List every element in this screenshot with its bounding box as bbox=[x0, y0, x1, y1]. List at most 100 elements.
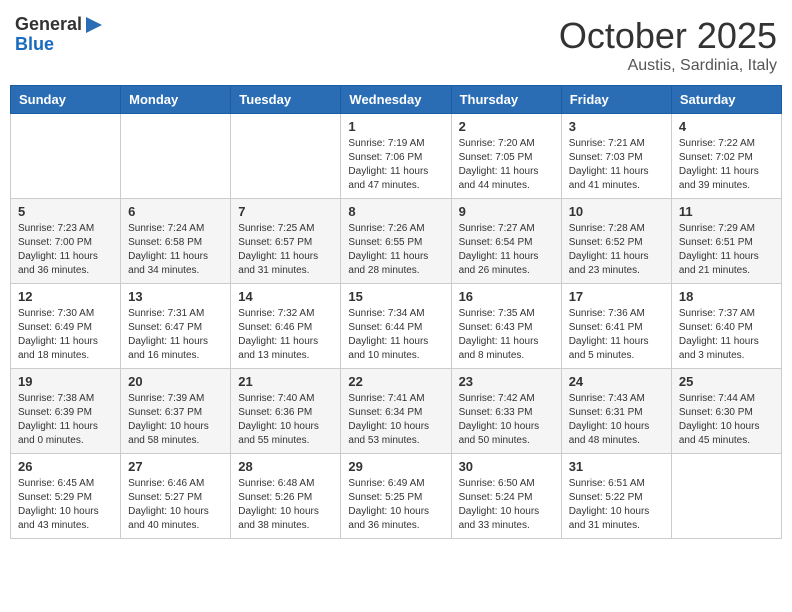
day-number: 12 bbox=[18, 289, 113, 304]
day-info: Sunrise: 7:34 AM Sunset: 6:44 PM Dayligh… bbox=[348, 307, 443, 363]
day-number: 16 bbox=[459, 289, 554, 304]
day-number: 25 bbox=[679, 374, 774, 389]
day-number: 7 bbox=[238, 204, 333, 219]
header-sunday: Sunday bbox=[11, 86, 121, 114]
calendar-cell-w3-d1: 20 Sunrise: 7:39 AM Sunset: 6:37 PM Dayli… bbox=[121, 369, 231, 454]
calendar-cell-w3-d3: 22Sunrise: 7:41 AM Sunset: 6:34 PM Dayli… bbox=[341, 369, 451, 454]
calendar-cell-w0-d0 bbox=[11, 114, 121, 199]
day-number: 10 bbox=[569, 204, 664, 219]
day-info: Sunrise: 7:42 AM Sunset: 6:33 PM Dayligh… bbox=[459, 392, 554, 448]
calendar-cell-w4-d5: 31 Sunrise: 6:51 AM Sunset: 5:22 PM Dayli… bbox=[561, 454, 671, 539]
header-wednesday: Wednesday bbox=[341, 86, 451, 114]
day-info: Sunrise: 7:32 AM Sunset: 6:46 PM Dayligh… bbox=[238, 307, 333, 363]
calendar-cell-w1-d4: 9 Sunrise: 7:27 AM Sunset: 6:54 PM Daylig… bbox=[451, 199, 561, 284]
day-number: 19 bbox=[18, 374, 113, 389]
day-number: 18 bbox=[679, 289, 774, 304]
calendar-cell-w2-d4: 16 Sunrise: 7:35 AM Sunset: 6:43 PM Dayli… bbox=[451, 284, 561, 369]
calendar-cell-w3-d0: 19 Sunrise: 7:38 AM Sunset: 6:39 PM Dayli… bbox=[11, 369, 121, 454]
calendar-cell-w0-d2 bbox=[231, 114, 341, 199]
day-number: 14 bbox=[238, 289, 333, 304]
day-number: 6 bbox=[128, 204, 223, 219]
day-number: 11 bbox=[679, 204, 774, 219]
calendar-cell-w2-d5: 17 Sunrise: 7:36 AM Sunset: 6:41 PM Dayli… bbox=[561, 284, 671, 369]
day-number: 17 bbox=[569, 289, 664, 304]
calendar-cell-w3-d4: 23 Sunrise: 7:42 AM Sunset: 6:33 PM Dayli… bbox=[451, 369, 561, 454]
day-number: 4 bbox=[679, 119, 774, 134]
day-number: 9 bbox=[459, 204, 554, 219]
calendar-cell-w4-d0: 26 Sunrise: 6:45 AM Sunset: 5:29 PM Dayli… bbox=[11, 454, 121, 539]
day-info: Sunrise: 6:46 AM Sunset: 5:27 PM Dayligh… bbox=[128, 477, 223, 533]
day-info: Sunrise: 6:45 AM Sunset: 5:29 PM Dayligh… bbox=[18, 477, 113, 533]
day-info: Sunrise: 7:23 AM Sunset: 7:00 PM Dayligh… bbox=[18, 222, 113, 278]
day-number: 20 bbox=[128, 374, 223, 389]
header-tuesday: Tuesday bbox=[231, 86, 341, 114]
calendar-cell-w1-d1: 6 Sunrise: 7:24 AM Sunset: 6:58 PM Daylig… bbox=[121, 199, 231, 284]
day-number: 27 bbox=[128, 459, 223, 474]
day-number: 5 bbox=[18, 204, 113, 219]
day-info: Sunrise: 7:31 AM Sunset: 6:47 PM Dayligh… bbox=[128, 307, 223, 363]
calendar-cell-w4-d1: 27 Sunrise: 6:46 AM Sunset: 5:27 PM Dayli… bbox=[121, 454, 231, 539]
calendar-table: Sunday Monday Tuesday Wednesday Thursday… bbox=[10, 85, 782, 539]
header-friday: Friday bbox=[561, 86, 671, 114]
day-number: 15 bbox=[348, 289, 443, 304]
day-info: Sunrise: 7:39 AM Sunset: 6:37 PM Dayligh… bbox=[128, 392, 223, 448]
day-number: 31 bbox=[569, 459, 664, 474]
calendar-cell-w3-d2: 21Sunrise: 7:40 AM Sunset: 6:36 PM Dayli… bbox=[231, 369, 341, 454]
day-info: Sunrise: 7:44 AM Sunset: 6:30 PM Dayligh… bbox=[679, 392, 774, 448]
calendar-cell-w0-d3: 1Sunrise: 7:19 AM Sunset: 7:06 PM Daylig… bbox=[341, 114, 451, 199]
day-info: Sunrise: 7:36 AM Sunset: 6:41 PM Dayligh… bbox=[569, 307, 664, 363]
logo: General Blue bbox=[15, 15, 104, 55]
day-info: Sunrise: 6:51 AM Sunset: 5:22 PM Dayligh… bbox=[569, 477, 664, 533]
header: General Blue October 2025 Austis, Sardin… bbox=[10, 10, 782, 75]
calendar-cell-w2-d3: 15 Sunrise: 7:34 AM Sunset: 6:44 PM Dayli… bbox=[341, 284, 451, 369]
week-row-3: 19 Sunrise: 7:38 AM Sunset: 6:39 PM Dayli… bbox=[11, 369, 782, 454]
calendar-cell-w1-d6: 11 Sunrise: 7:29 AM Sunset: 6:51 PM Dayli… bbox=[671, 199, 781, 284]
day-info: Sunrise: 7:29 AM Sunset: 6:51 PM Dayligh… bbox=[679, 222, 774, 278]
day-number: 22 bbox=[348, 374, 443, 389]
calendar-cell-w0-d5: 3Sunrise: 7:21 AM Sunset: 7:03 PM Daylig… bbox=[561, 114, 671, 199]
calendar-header-row: Sunday Monday Tuesday Wednesday Thursday… bbox=[11, 86, 782, 114]
day-number: 23 bbox=[459, 374, 554, 389]
week-row-1: 5 Sunrise: 7:23 AM Sunset: 7:00 PM Daylig… bbox=[11, 199, 782, 284]
calendar-cell-w1-d3: 8Sunrise: 7:26 AM Sunset: 6:55 PM Daylig… bbox=[341, 199, 451, 284]
header-thursday: Thursday bbox=[451, 86, 561, 114]
header-saturday: Saturday bbox=[671, 86, 781, 114]
day-info: Sunrise: 7:22 AM Sunset: 7:02 PM Dayligh… bbox=[679, 137, 774, 193]
day-number: 30 bbox=[459, 459, 554, 474]
day-info: Sunrise: 6:49 AM Sunset: 5:25 PM Dayligh… bbox=[348, 477, 443, 533]
calendar-cell-w2-d0: 12 Sunrise: 7:30 AM Sunset: 6:49 PM Dayli… bbox=[11, 284, 121, 369]
calendar-cell-w4-d6 bbox=[671, 454, 781, 539]
week-row-0: 1Sunrise: 7:19 AM Sunset: 7:06 PM Daylig… bbox=[11, 114, 782, 199]
header-monday: Monday bbox=[121, 86, 231, 114]
calendar-cell-w2-d6: 18 Sunrise: 7:37 AM Sunset: 6:40 PM Dayli… bbox=[671, 284, 781, 369]
calendar-cell-w0-d4: 2Sunrise: 7:20 AM Sunset: 7:05 PM Daylig… bbox=[451, 114, 561, 199]
day-info: Sunrise: 7:21 AM Sunset: 7:03 PM Dayligh… bbox=[569, 137, 664, 193]
calendar-cell-w4-d3: 29Sunrise: 6:49 AM Sunset: 5:25 PM Dayli… bbox=[341, 454, 451, 539]
day-number: 28 bbox=[238, 459, 333, 474]
week-row-2: 12 Sunrise: 7:30 AM Sunset: 6:49 PM Dayli… bbox=[11, 284, 782, 369]
day-info: Sunrise: 7:38 AM Sunset: 6:39 PM Dayligh… bbox=[18, 392, 113, 448]
calendar-cell-w0-d1 bbox=[121, 114, 231, 199]
day-info: Sunrise: 7:24 AM Sunset: 6:58 PM Dayligh… bbox=[128, 222, 223, 278]
title-area: October 2025 Austis, Sardinia, Italy bbox=[559, 15, 777, 75]
day-info: Sunrise: 7:43 AM Sunset: 6:31 PM Dayligh… bbox=[569, 392, 664, 448]
day-info: Sunrise: 7:27 AM Sunset: 6:54 PM Dayligh… bbox=[459, 222, 554, 278]
day-number: 13 bbox=[128, 289, 223, 304]
day-info: Sunrise: 7:26 AM Sunset: 6:55 PM Dayligh… bbox=[348, 222, 443, 278]
logo-general-text: General bbox=[15, 15, 82, 35]
day-number: 26 bbox=[18, 459, 113, 474]
day-info: Sunrise: 7:30 AM Sunset: 6:49 PM Dayligh… bbox=[18, 307, 113, 363]
day-info: Sunrise: 7:35 AM Sunset: 6:43 PM Dayligh… bbox=[459, 307, 554, 363]
day-info: Sunrise: 7:40 AM Sunset: 6:36 PM Dayligh… bbox=[238, 392, 333, 448]
day-info: Sunrise: 7:37 AM Sunset: 6:40 PM Dayligh… bbox=[679, 307, 774, 363]
day-info: Sunrise: 7:19 AM Sunset: 7:06 PM Dayligh… bbox=[348, 137, 443, 193]
day-info: Sunrise: 7:25 AM Sunset: 6:57 PM Dayligh… bbox=[238, 222, 333, 278]
day-info: Sunrise: 7:28 AM Sunset: 6:52 PM Dayligh… bbox=[569, 222, 664, 278]
month-title: October 2025 bbox=[559, 15, 777, 57]
calendar-cell-w2-d1: 13 Sunrise: 7:31 AM Sunset: 6:47 PM Dayli… bbox=[121, 284, 231, 369]
week-row-4: 26 Sunrise: 6:45 AM Sunset: 5:29 PM Dayli… bbox=[11, 454, 782, 539]
calendar-cell-w4-d4: 30Sunrise: 6:50 AM Sunset: 5:24 PM Dayli… bbox=[451, 454, 561, 539]
logo-icon bbox=[84, 15, 104, 35]
day-info: Sunrise: 7:20 AM Sunset: 7:05 PM Dayligh… bbox=[459, 137, 554, 193]
day-number: 24 bbox=[569, 374, 664, 389]
